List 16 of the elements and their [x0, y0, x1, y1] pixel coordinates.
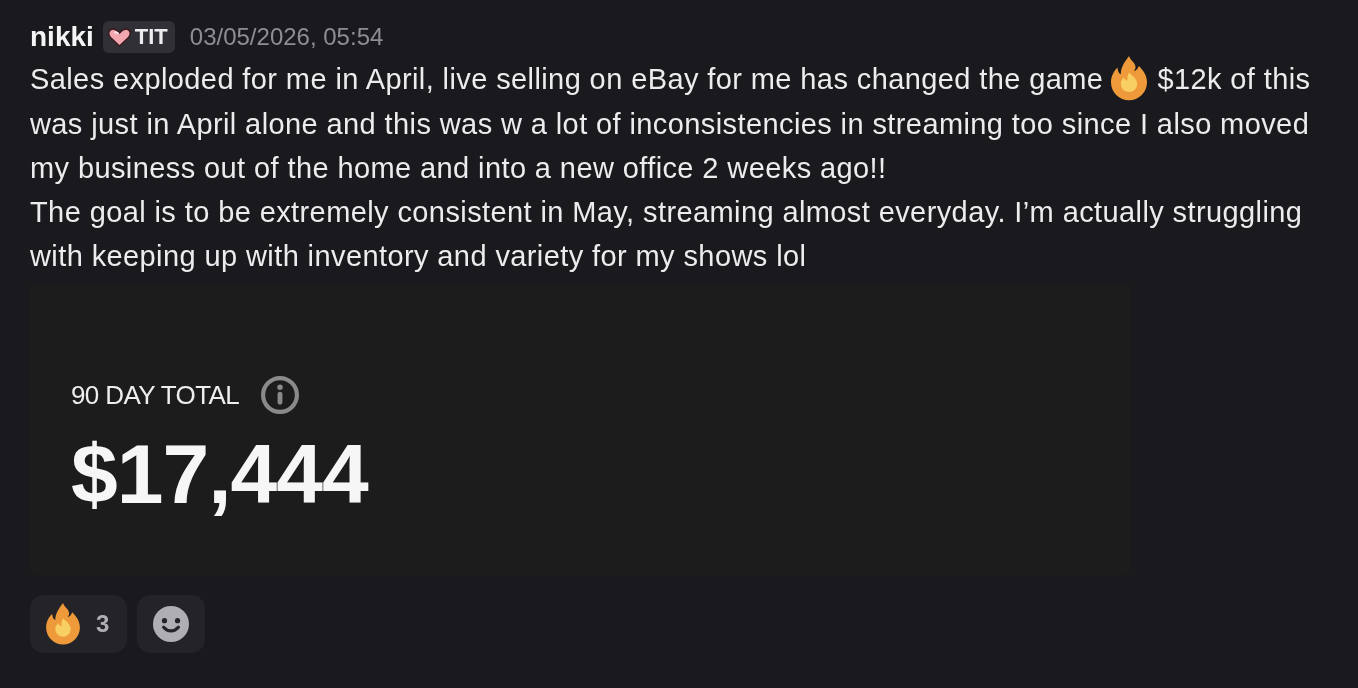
guild-tag[interactable]: TIT: [102, 21, 175, 53]
fire-emoji-icon: [1111, 56, 1148, 102]
fire-emoji-icon: [46, 602, 80, 646]
reaction-button[interactable]: 3: [30, 595, 128, 653]
author-name[interactable]: nikki: [30, 21, 94, 53]
total-label: 90 DAY TOTAL: [71, 379, 240, 411]
heart-icon: [107, 27, 131, 47]
smiley-face-icon: [153, 606, 190, 642]
message-text: $12k of this: [1157, 62, 1311, 97]
message-text: The goal is to be extremely consistent in May, streaming almost everyday. I’m actually struggling with keeping up with inventory and variety for my shows lol: [30, 196, 1303, 272]
info-icon: [261, 376, 300, 414]
message-text: was just in April alone and this was w a lot of inconsistencies in streaming too since I also moved my business out of the home and into a new office 2 weeks ago!!: [30, 108, 1310, 184]
timestamp: 03/05/2026, 05:54: [189, 23, 384, 51]
message-text: Sales exploded for me in April, live selling on eBay for me has changed the game: [30, 62, 1104, 97]
total-amount: $17,444: [71, 426, 370, 523]
add-reaction-button[interactable]: [137, 595, 206, 653]
